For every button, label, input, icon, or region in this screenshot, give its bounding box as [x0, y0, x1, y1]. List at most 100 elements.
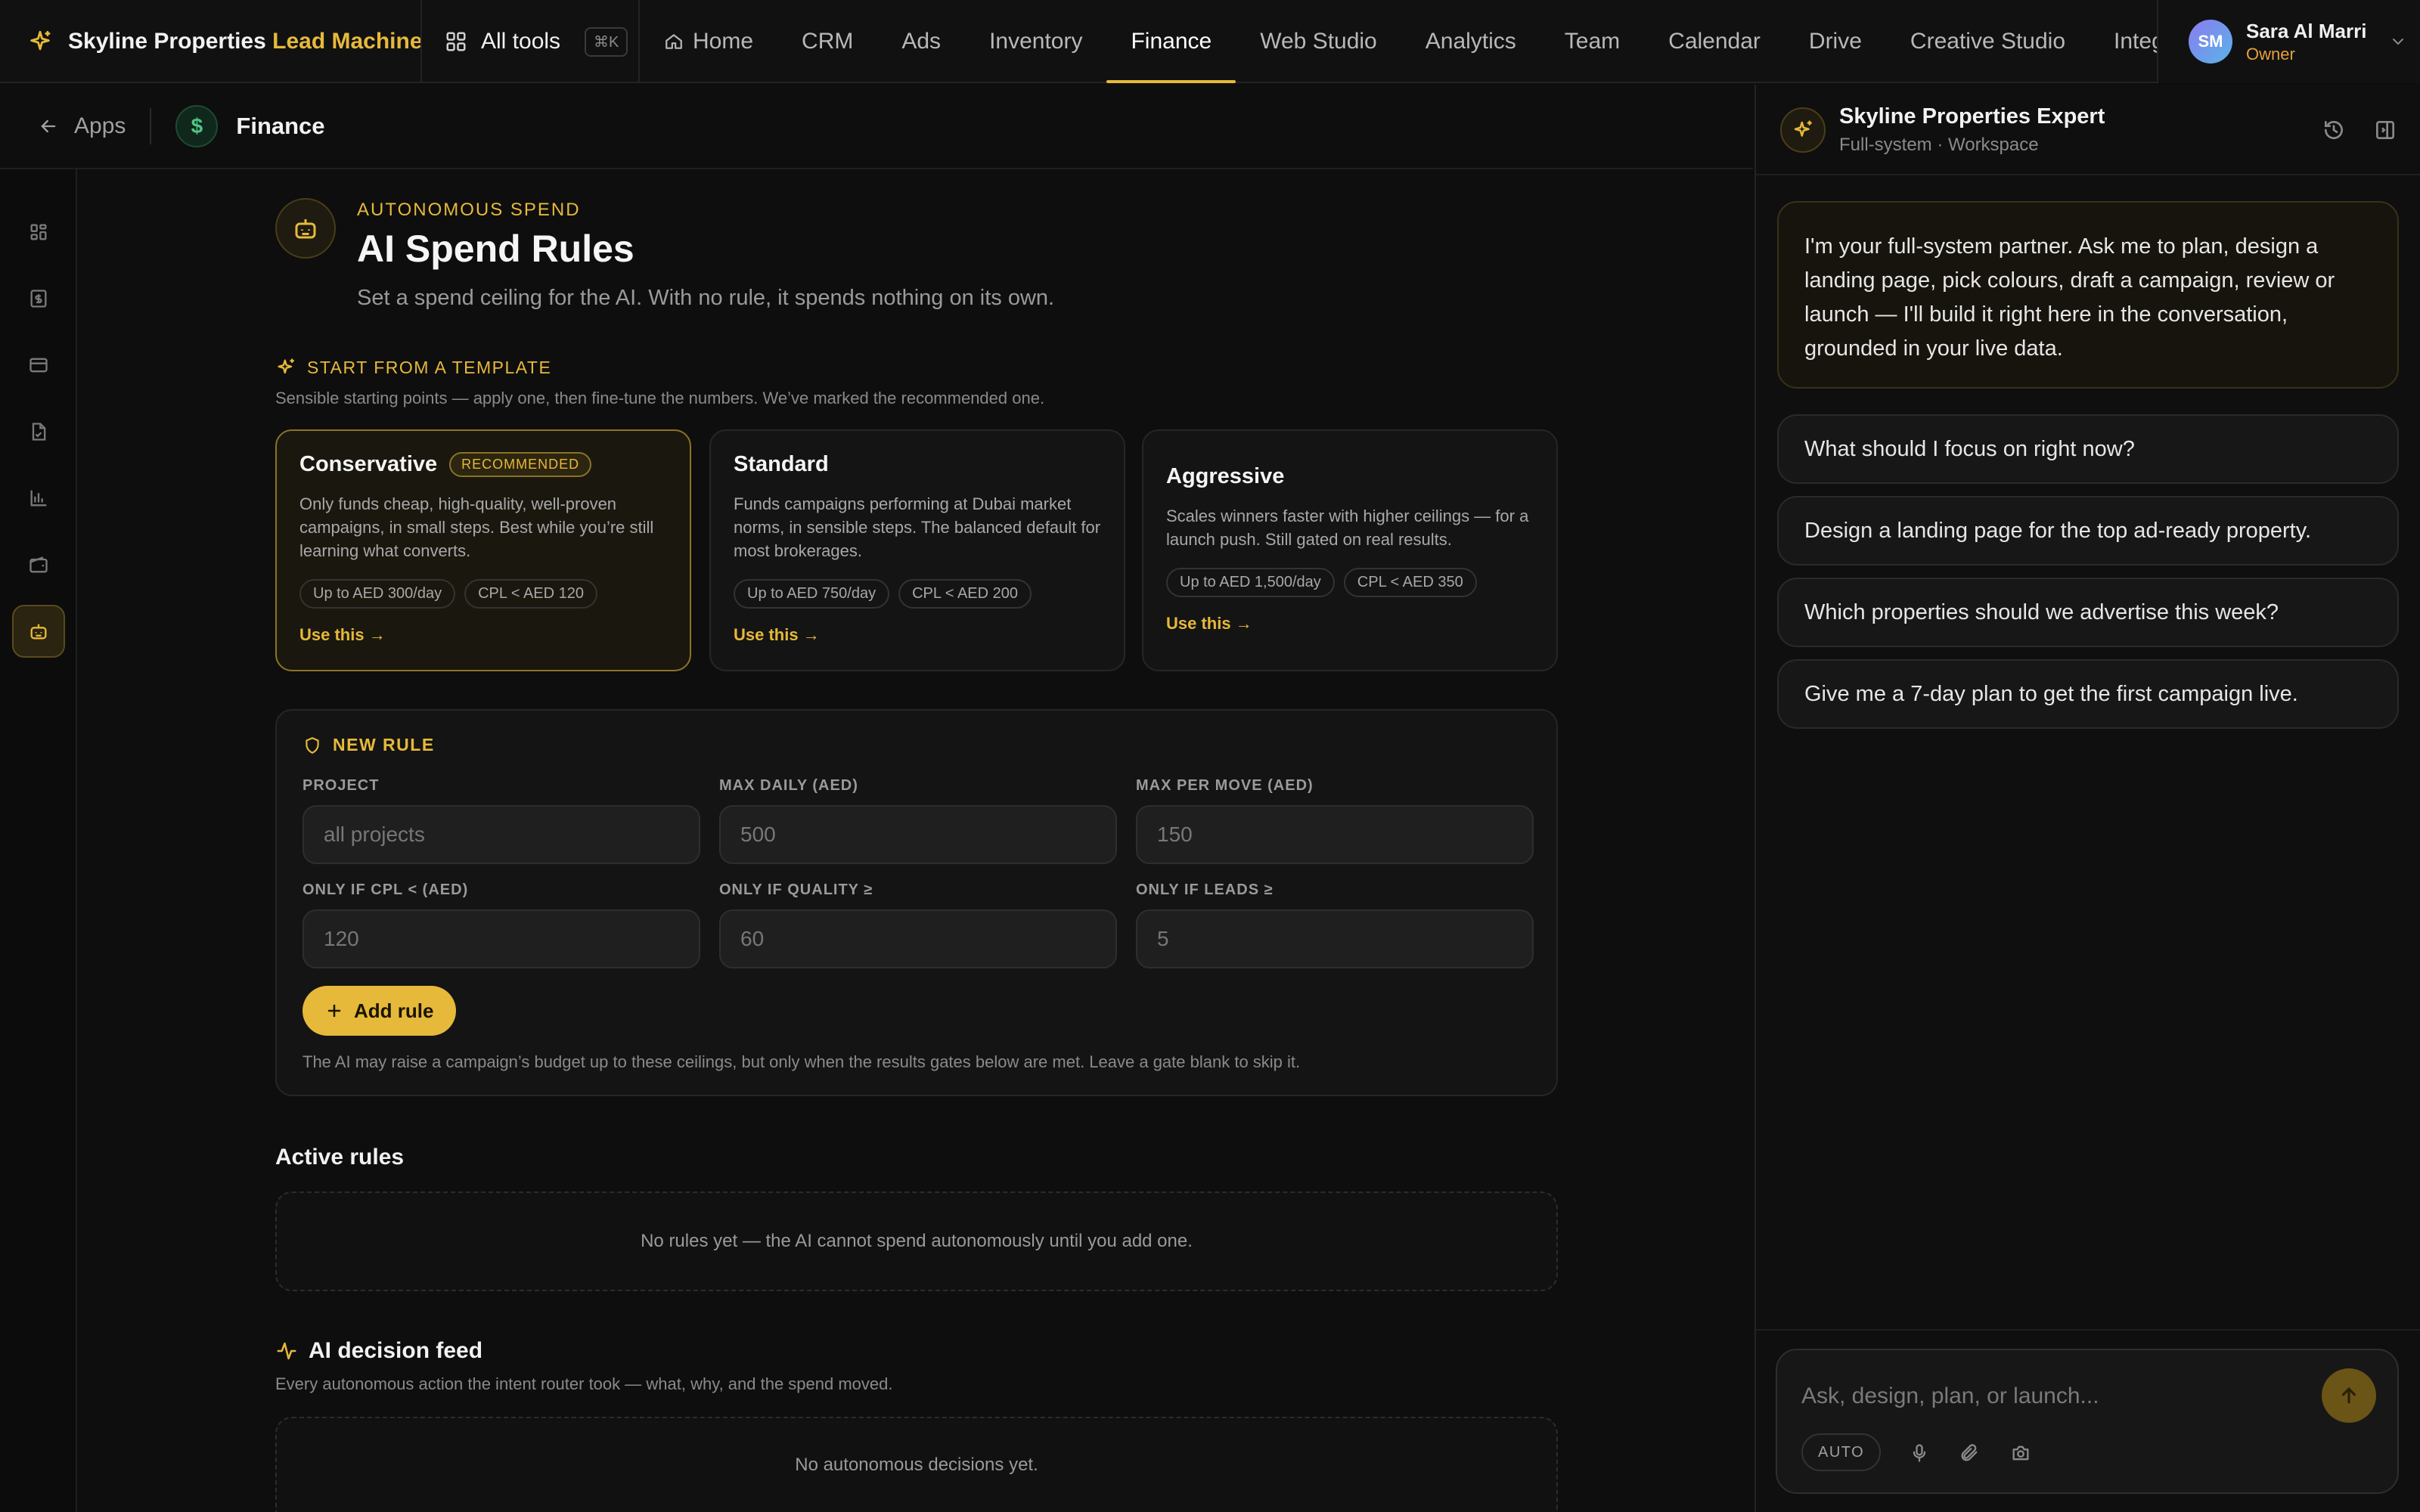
all-tools-button[interactable]: All tools ⌘K: [445, 0, 628, 83]
page-title: AI Spend Rules: [357, 228, 634, 270]
nav-inventory[interactable]: Inventory: [965, 0, 1106, 83]
recommended-badge: RECOMMENDED: [449, 452, 592, 477]
rule-help-text: The AI may raise a campaign’s budget up …: [302, 1052, 1301, 1071]
brand[interactable]: Skyline Properties Lead Machine: [27, 0, 423, 83]
quality-gate-input[interactable]: [719, 909, 1117, 968]
suggestion-chip[interactable]: What should I focus on right now?: [1777, 414, 2399, 484]
template-card-aggressive[interactable]: Aggressive Scales winners faster with hi…: [1142, 429, 1558, 671]
suggestion-chip[interactable]: Which properties should we advertise thi…: [1777, 578, 2399, 647]
chat-input[interactable]: [1801, 1377, 2316, 1415]
rail-budget[interactable]: [12, 272, 65, 325]
nav-creative-studio[interactable]: Creative Studio: [1886, 0, 2090, 83]
camera-icon: [2010, 1442, 2031, 1464]
daily-cap-chip: Up to AED 300/day: [299, 579, 456, 609]
page-eyebrow: AUTONOMOUS SPEND: [357, 200, 581, 220]
daily-cap-chip: Up to AED 750/day: [734, 579, 890, 609]
nav-ads[interactable]: Ads: [877, 0, 965, 83]
user-name: Sara Al Marri: [2246, 19, 2367, 42]
composer-area: AUTO: [1756, 1329, 2420, 1512]
leads-gate-input[interactable]: [1136, 909, 1534, 968]
shield-icon: [302, 736, 322, 755]
nav-crm[interactable]: CRM: [777, 0, 877, 83]
collapse-panel-button[interactable]: [2370, 115, 2400, 145]
use-template-link[interactable]: Use this →: [299, 625, 386, 645]
voice-button[interactable]: [1904, 1438, 1934, 1468]
max-daily-field-group: MAX DAILY (AED): [719, 777, 1117, 864]
active-rules-title: Active rules: [275, 1145, 405, 1170]
field-label: PROJECT: [302, 777, 380, 794]
attach-button[interactable]: [1954, 1438, 1984, 1468]
history-button[interactable]: [2319, 115, 2349, 145]
top-bar: Skyline Properties Lead Machine All tool…: [0, 0, 2420, 83]
rail-overview[interactable]: [12, 206, 65, 259]
nav-team[interactable]: Team: [1540, 0, 1644, 83]
robot-icon: [28, 621, 49, 642]
use-template-link[interactable]: Use this →: [1166, 614, 1252, 634]
app-subheader: Apps $ Finance: [0, 85, 1753, 169]
cpl-chip: CPL < AED 200: [898, 579, 1032, 609]
assistant-panel: Skyline Properties Expert Full-system · …: [1754, 85, 2420, 1512]
plus-icon: [325, 1002, 343, 1020]
templates-heading: START FROM A TEMPLATE: [275, 357, 551, 378]
max-daily-input[interactable]: [719, 805, 1117, 864]
rail-cards[interactable]: [12, 339, 65, 392]
page-subtitle: Set a spend ceiling for the AI. With no …: [357, 286, 1055, 310]
grid-icon: [28, 222, 49, 243]
decision-feed-subtitle: Every autonomous action the intent route…: [275, 1374, 893, 1393]
field-label: ONLY IF QUALITY ≥: [719, 881, 873, 898]
card-icon: [28, 355, 49, 376]
rail-wallet[interactable]: [12, 538, 65, 591]
template-card-standard[interactable]: Standard Funds campaigns performing at D…: [709, 429, 1125, 671]
decision-feed-heading: AI decision feed: [275, 1338, 482, 1364]
new-rule-heading: NEW RULE: [302, 735, 1531, 755]
main-area: AUTONOMOUS SPEND AI Spend Rules Set a sp…: [79, 171, 1753, 1512]
back-label: Apps: [74, 113, 126, 138]
max-per-move-field-group: MAX PER MOVE (AED): [1136, 777, 1534, 864]
decision-feed-empty: No autonomous decisions yet.: [275, 1417, 1558, 1512]
field-label: ONLY IF CPL < (AED): [302, 881, 469, 898]
user-menu[interactable]: SM Sara Al Marri Owner: [2157, 0, 2420, 83]
max-per-move-input[interactable]: [1136, 805, 1534, 864]
rail-reports[interactable]: [12, 472, 65, 525]
daily-cap-chip: Up to AED 1,500/day: [1166, 568, 1335, 597]
rail-ai-spend[interactable]: [12, 605, 65, 658]
assistant-subtitle: Full-system · Workspace: [1839, 135, 2039, 155]
cpl-chip: CPL < AED 350: [1343, 568, 1477, 597]
home-icon: [664, 32, 684, 51]
rail-invoices[interactable]: [12, 405, 65, 458]
active-rules-empty: No rules yet — the AI cannot spend auton…: [275, 1191, 1558, 1291]
nav-analytics[interactable]: Analytics: [1401, 0, 1540, 83]
card-title: Aggressive: [1166, 464, 1285, 488]
assistant-intro-message: I'm your full-system partner. Ask me to …: [1777, 201, 2399, 389]
activity-icon: [275, 1340, 298, 1362]
arrow-up-icon: [2338, 1384, 2360, 1407]
card-description: Funds campaigns performing at Dubai mark…: [734, 494, 1101, 560]
user-info: Sara Al Marri Owner: [2246, 20, 2366, 64]
nav-drive[interactable]: Drive: [1785, 0, 1886, 83]
nav-web-studio[interactable]: Web Studio: [1236, 0, 1401, 83]
nav-calendar[interactable]: Calendar: [1644, 0, 1785, 83]
cpl-gate-input[interactable]: [302, 909, 700, 968]
template-card-conservative[interactable]: Conservative RECOMMENDED Only funds chea…: [275, 429, 691, 671]
invoice-icon: [28, 421, 49, 442]
card-description: Only funds cheap, high-quality, well-pro…: [299, 494, 654, 560]
add-rule-button[interactable]: Add rule: [302, 986, 457, 1036]
avatar: SM: [2189, 20, 2232, 64]
use-template-link[interactable]: Use this →: [734, 625, 820, 645]
all-tools-label: All tools: [481, 29, 561, 54]
mode-chip[interactable]: AUTO: [1801, 1433, 1882, 1471]
nav-finance[interactable]: Finance: [1106, 0, 1236, 83]
cpl-gate-field-group: ONLY IF CPL < (AED): [302, 881, 700, 968]
suggestion-chip[interactable]: Design a landing page for the top ad-rea…: [1777, 496, 2399, 565]
suggestion-chip[interactable]: Give me a 7-day plan to get the first ca…: [1777, 659, 2399, 729]
back-to-apps[interactable]: Apps: [38, 113, 126, 139]
assistant-title: Skyline Properties Expert: [1839, 104, 2105, 129]
sparkle-logo-icon: [27, 29, 53, 54]
nav-label: Home: [693, 29, 754, 54]
divider: [150, 108, 152, 144]
send-button[interactable]: [2322, 1368, 2376, 1423]
nav-home[interactable]: Home: [640, 0, 777, 83]
screenshot-button[interactable]: [2006, 1438, 2036, 1468]
nav-integrations[interactable]: Integ: [2090, 0, 2157, 83]
project-input[interactable]: [302, 805, 700, 864]
